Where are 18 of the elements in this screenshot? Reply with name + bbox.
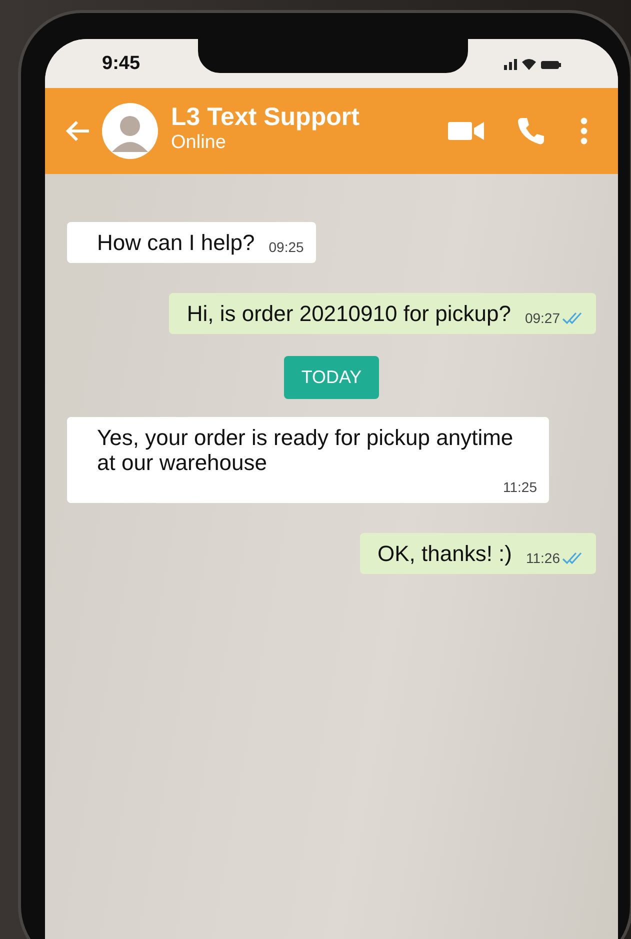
- avatar-icon: [101, 102, 159, 160]
- status-time: 9:45: [102, 53, 142, 75]
- message-text: Yes, your order is ready for pickup anytime at our warehouse: [97, 426, 514, 475]
- status-icons: [504, 56, 564, 72]
- more-menu-icon[interactable]: [580, 117, 588, 145]
- video-call-icon[interactable]: [448, 120, 484, 142]
- phone-icon[interactable]: [516, 116, 546, 146]
- message-text: How can I help?: [97, 231, 255, 256]
- message-text: OK, thanks! :): [378, 542, 512, 566]
- message-time: 09:25: [268, 239, 304, 256]
- message-text: Hi, is order 20210910 for pickup?: [186, 302, 511, 326]
- date-chip: TODAY: [284, 356, 379, 400]
- message-time: 09:27: [524, 310, 560, 326]
- message-time: 11:26: [526, 550, 560, 566]
- contact-status: Online: [171, 132, 227, 154]
- contact-name: L3 Text Support: [171, 102, 360, 132]
- back-icon[interactable]: [65, 120, 91, 142]
- message-time: 11:25: [503, 478, 537, 495]
